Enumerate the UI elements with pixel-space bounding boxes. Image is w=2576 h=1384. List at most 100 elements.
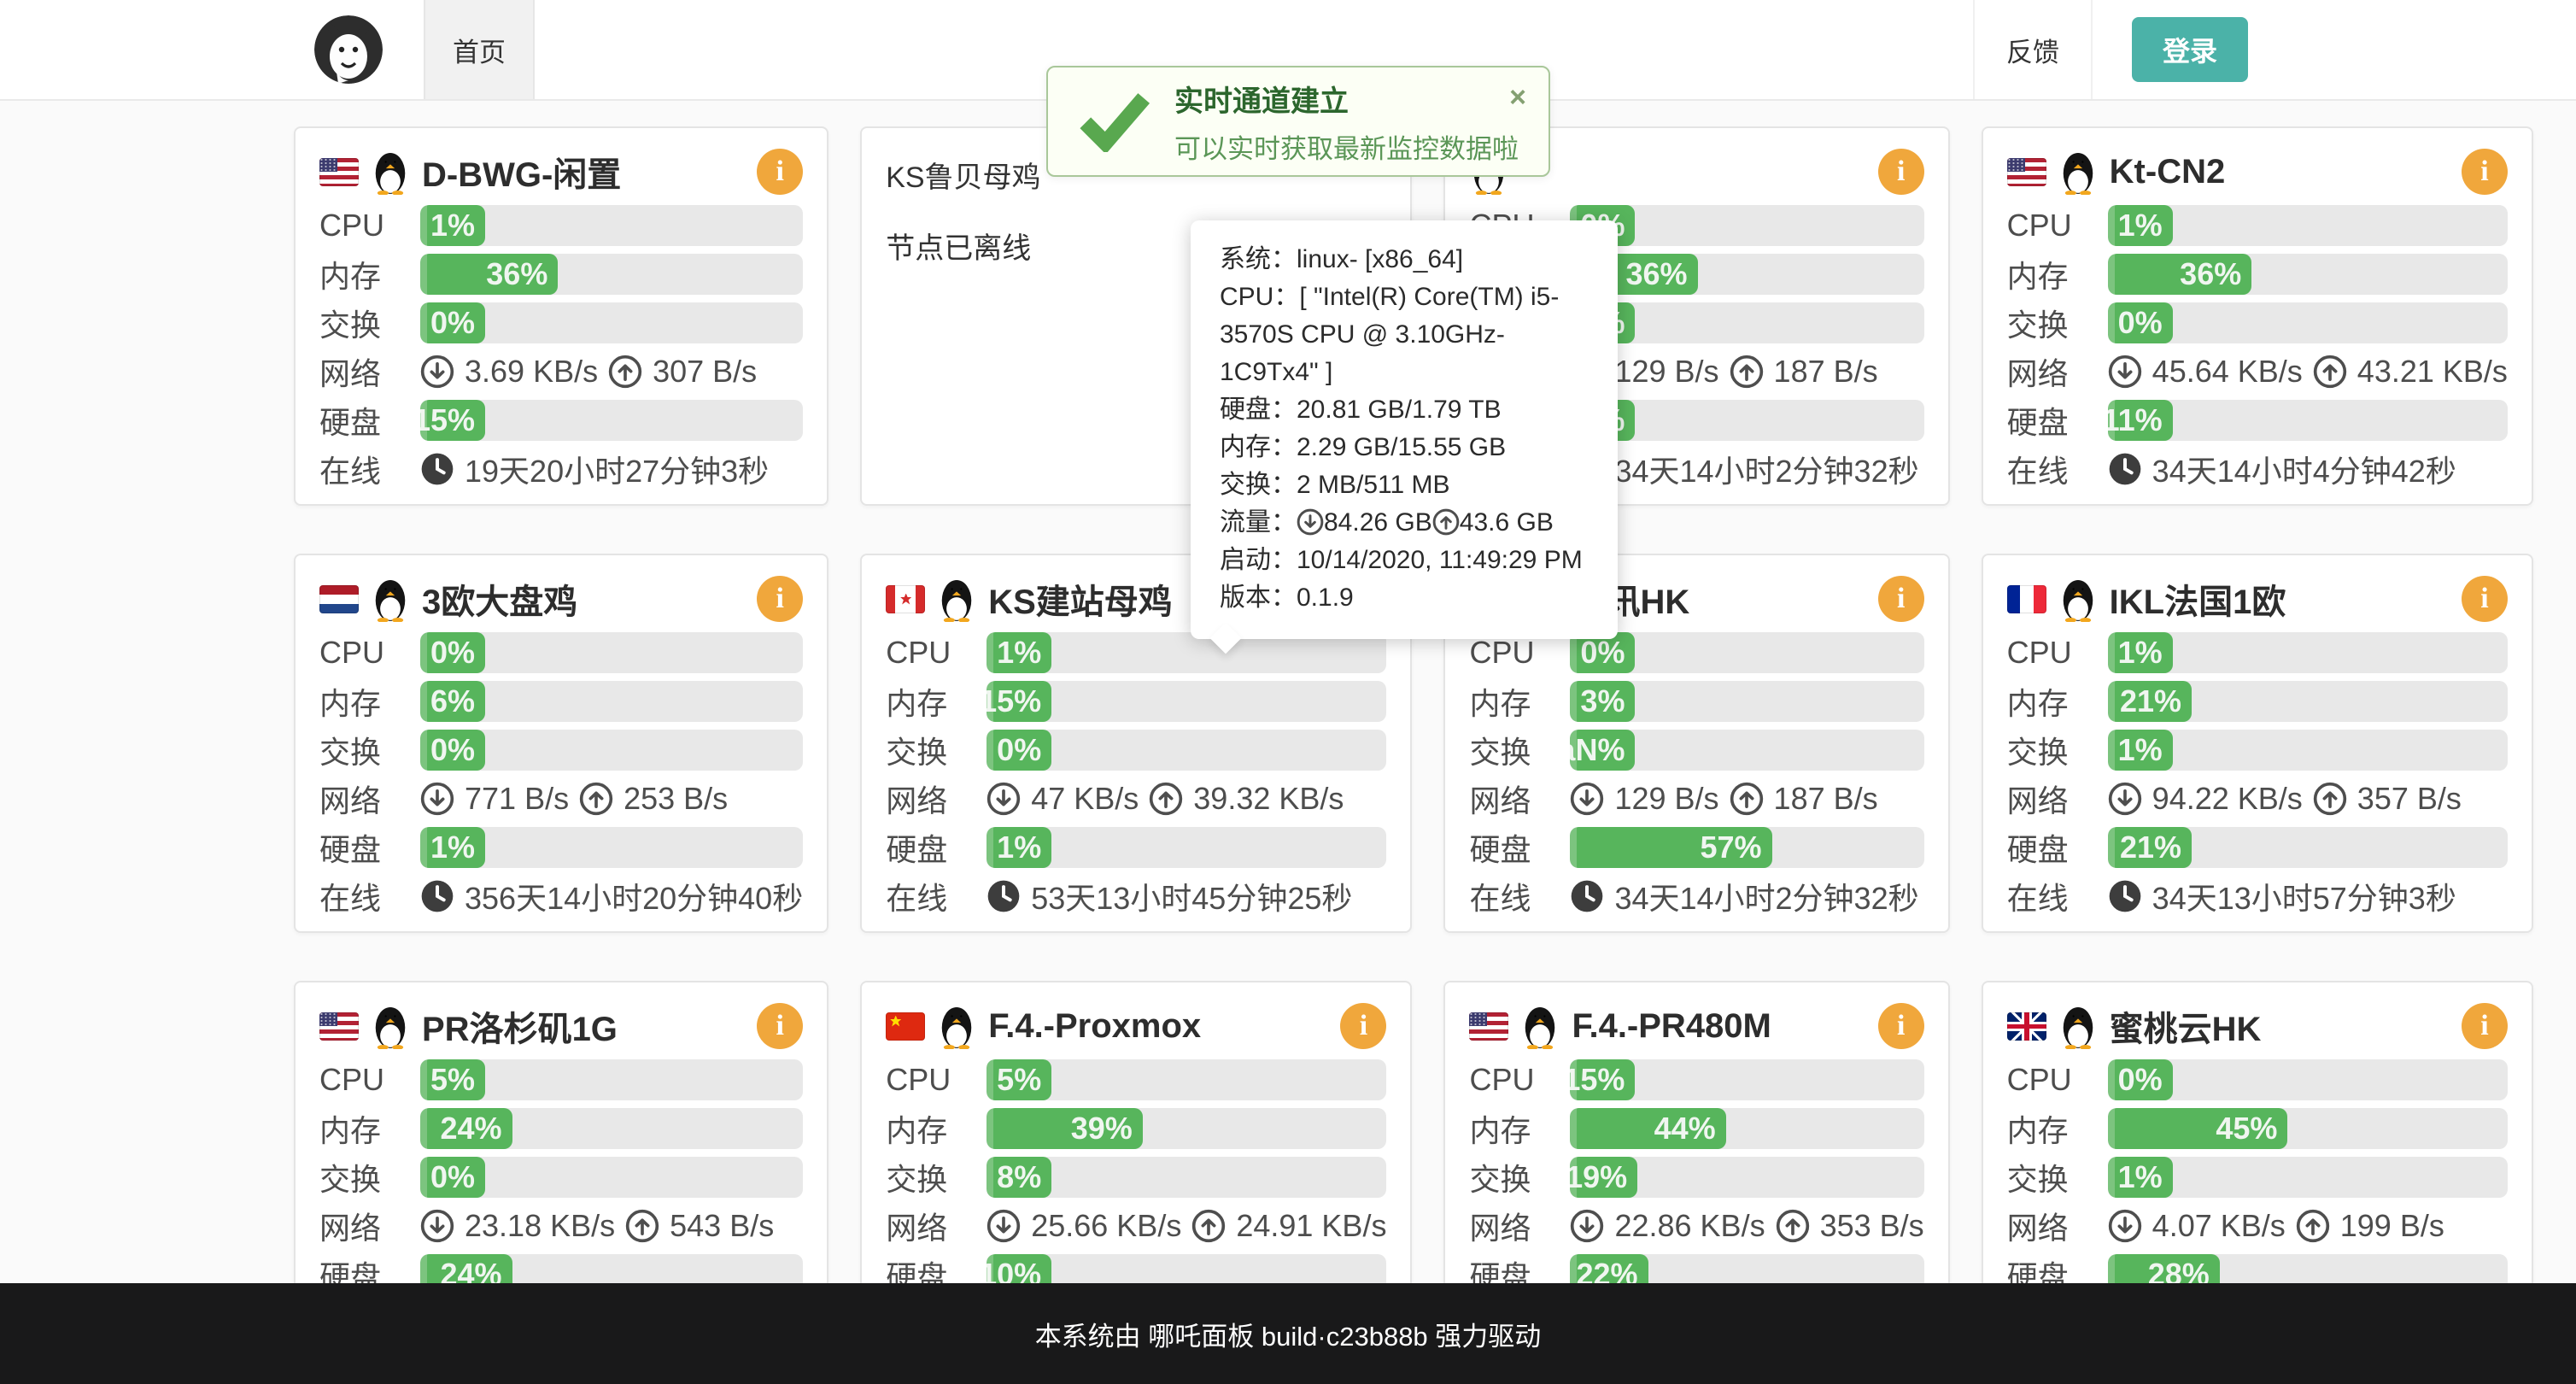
stat-label: CPU [319, 208, 420, 243]
progress-fill: 45% [2108, 1108, 2288, 1149]
stat-row-交换: 交换1% [2007, 730, 2508, 771]
net-download-value: 94.22 KB/s [2152, 781, 2303, 817]
progress-fill: 19% [1570, 1157, 1637, 1198]
server-name: PR洛杉矶1G [422, 1001, 618, 1051]
progress-track: 0% [420, 1157, 803, 1198]
stat-label: 交换 [886, 728, 986, 772]
server-card: D-BWG-闲置 i CPU1%内存36%交换0%网络3.69 KB/s307 … [294, 126, 828, 506]
stat-label: CPU [886, 1062, 986, 1098]
progress-track: 19% [1570, 1157, 1923, 1198]
country-flag-icon [2007, 1012, 2046, 1041]
server-stats: CPU1%内存15%交换0%网络47 KB/s39.32 KB/s硬盘1%在线5… [886, 632, 1386, 917]
net-download-value: 771 B/s [465, 781, 569, 817]
progress-value: 0% [430, 1157, 475, 1198]
stat-row-内存: 内存3% [1469, 681, 1923, 722]
success-toast: 实时通道建立 可以实时获取最新监控数据啦 × [1046, 66, 1550, 177]
uptime-value: 34天14小时2分钟32秒 [1614, 874, 1918, 918]
stat-row-内存: 内存36% [319, 254, 803, 295]
clock-icon [986, 879, 1021, 913]
stat-row-网络: 网络25.66 KB/s24.91 KB/s [886, 1205, 1386, 1246]
clock-icon [420, 452, 454, 486]
stat-label: 交换 [2007, 1155, 2108, 1199]
uptime-value: 34天13小时57分钟3秒 [2152, 874, 2456, 918]
stat-row-硬盘: 硬盘1% [319, 827, 803, 868]
server-stats: CPU1%内存36%交换0%网络3.69 KB/s307 B/s硬盘15%在线1… [319, 205, 803, 490]
progress-fill: 0% [2108, 1059, 2173, 1100]
info-icon[interactable]: i [1878, 149, 1924, 195]
stat-row-在线: 在线356天14小时20分钟40秒 [319, 876, 803, 917]
stat-value: 25.66 KB/s24.91 KB/s [986, 1208, 1386, 1244]
server-card-header: Kt-CN2 i [2007, 147, 2508, 196]
progress-value: 44% [1654, 1108, 1716, 1149]
upload-arrow-icon [1776, 1209, 1810, 1243]
progress-track: 0% [1570, 302, 1923, 343]
progress-track: 0% [2108, 302, 2508, 343]
tooltip-row: 交换：2 MB/511 MB [1220, 466, 1589, 504]
progress-track: 0% [420, 302, 803, 343]
stat-row-硬盘: 硬盘21% [2007, 827, 2508, 868]
close-icon[interactable]: × [1509, 83, 1526, 112]
stat-row-网络: 网络4.07 KB/s199 B/s [2007, 1205, 2508, 1246]
tooltip-value: 10/14/2020, 11:49:29 PM [1297, 546, 1583, 574]
stat-label: CPU [1469, 635, 1570, 671]
stat-row-CPU: CPU1% [2007, 205, 2508, 246]
stat-label: 硬盘 [319, 825, 420, 870]
stat-label: 内存 [319, 1106, 420, 1151]
tooltip-value: 2.29 GB/15.55 GB [1297, 433, 1506, 461]
stat-value: 356天14小时20分钟40秒 [420, 874, 803, 918]
progress-fill: 1% [2108, 632, 2173, 673]
stat-label: 在线 [2007, 447, 2108, 491]
stat-row-交换: 交换0% [319, 1157, 803, 1198]
progress-value: 8% [997, 1157, 1041, 1198]
stat-label: 内存 [886, 1106, 986, 1151]
footer: 本系统由 哪吒面板 build·c23b88b 强力驱动 [0, 1283, 2576, 1384]
server-card-header: F.4.-PR480M i [1469, 1001, 1923, 1051]
linux-penguin-icon [371, 576, 410, 622]
stat-value: 4.07 KB/s199 B/s [2108, 1208, 2444, 1244]
progress-value: 5% [997, 1059, 1041, 1100]
nav-tab-home[interactable]: 首页 [424, 0, 535, 99]
info-icon[interactable]: i [1878, 576, 1924, 622]
info-icon[interactable]: i [2462, 149, 2508, 195]
stat-value: 771 B/s253 B/s [420, 781, 728, 817]
stat-value: 129 B/s187 B/s [1570, 781, 1877, 817]
nav-feedback-link[interactable]: 反馈 [1973, 0, 2093, 99]
progress-track: 6% [420, 681, 803, 722]
site-logo[interactable] [314, 15, 383, 84]
progress-value: 36% [1626, 254, 1688, 295]
info-icon[interactable]: i [1340, 1003, 1386, 1049]
progress-track: 5% [420, 1059, 803, 1100]
stat-label: 硬盘 [2007, 398, 2108, 443]
info-icon[interactable]: i [757, 576, 803, 622]
stat-row-交换: 交换0% [886, 730, 1386, 771]
stat-row-硬盘: 硬盘11% [2007, 400, 2508, 441]
stat-label: 网络 [319, 777, 420, 821]
progress-value: 0% [2118, 302, 2163, 343]
stat-row-CPU: CPU15% [1469, 1059, 1923, 1100]
net-download-value: 129 B/s [1614, 354, 1718, 390]
info-icon[interactable]: i [757, 1003, 803, 1049]
stat-row-CPU: CPU0% [319, 632, 803, 673]
info-icon[interactable]: i [2462, 1003, 2508, 1049]
progress-track: 21% [2108, 681, 2508, 722]
upload-arrow-icon [1730, 782, 1764, 816]
net-upload-value: 353 B/s [1820, 1208, 1924, 1244]
stat-value: 34天13小时57分钟3秒 [2108, 874, 2456, 918]
download-arrow-icon [1297, 508, 1324, 537]
progress-value: 0% [2118, 1059, 2163, 1100]
stat-row-内存: 内存36% [2007, 254, 2508, 295]
progress-track: 0% [420, 632, 803, 673]
linux-penguin-icon [371, 149, 410, 195]
server-stats: CPU0%内存3%交换NaN%网络129 B/s187 B/s硬盘57%在线34… [1469, 632, 1923, 917]
uptime-value: 53天13小时45分钟25秒 [1031, 874, 1352, 918]
tooltip-row: 系统：linux- [x86_64] [1220, 241, 1589, 279]
stat-value: 47 KB/s39.32 KB/s [986, 781, 1344, 817]
info-icon[interactable]: i [757, 149, 803, 195]
progress-track: 57% [1570, 827, 1923, 868]
progress-fill: 21% [2108, 827, 2192, 868]
info-icon[interactable]: i [2462, 576, 2508, 622]
upload-arrow-icon [1432, 508, 1460, 537]
info-icon[interactable]: i [1878, 1003, 1924, 1049]
login-button[interactable]: 登录 [2132, 17, 2248, 82]
stat-value: 23.18 KB/s543 B/s [420, 1208, 774, 1244]
